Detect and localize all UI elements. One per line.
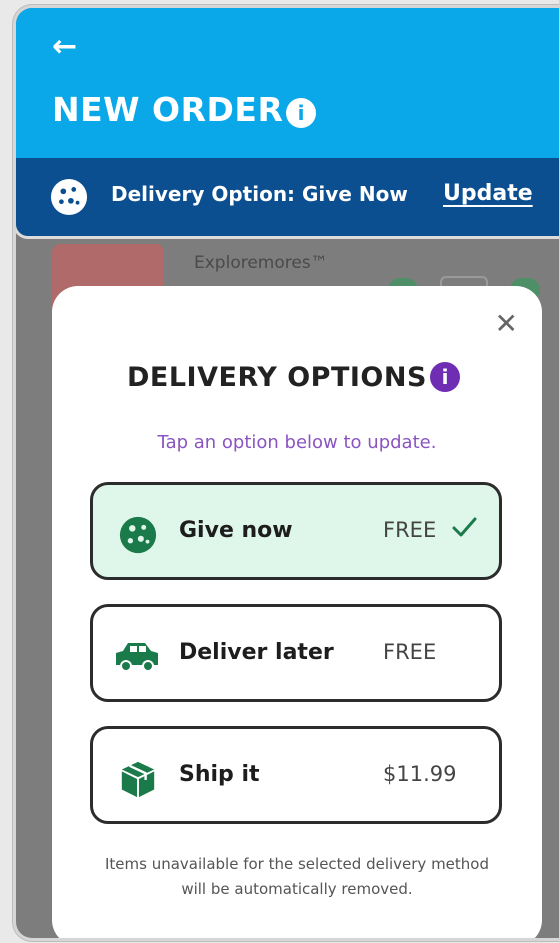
option-label: Give now — [179, 518, 293, 543]
delivery-options-modal: ✕ DELIVERY OPTIONS i Tap an option below… — [52, 286, 542, 938]
page-title: NEW ORDER — [52, 90, 284, 129]
back-arrow-icon[interactable]: ← — [52, 32, 77, 62]
car-icon — [116, 643, 158, 672]
option-price: FREE — [383, 640, 437, 664]
update-link[interactable]: Update — [443, 181, 533, 206]
option-deliver-later[interactable]: Deliver later FREE — [90, 604, 502, 702]
checkmark-icon — [452, 517, 477, 537]
delivery-option-bar: Delivery Option: Give Now Update — [16, 158, 559, 236]
cookie-icon — [119, 516, 157, 554]
option-label: Deliver later — [179, 640, 334, 665]
footnote-text: Items unavailable for the selected deliv… — [104, 855, 489, 898]
option-give-now[interactable]: Give now FREE — [90, 482, 502, 580]
delivery-option-text: Delivery Option: Give Now — [111, 182, 408, 206]
box-icon — [121, 761, 155, 798]
option-price: $11.99 — [383, 762, 457, 786]
close-icon[interactable]: ✕ — [495, 310, 518, 338]
modal-subtitle: Tap an option below to update. — [157, 432, 437, 453]
info-icon[interactable]: i — [286, 98, 316, 128]
cookie-icon — [50, 178, 88, 216]
modal-title: DELIVERY OPTIONS — [127, 362, 427, 393]
product-name: Exploremores™ — [194, 253, 328, 273]
option-label: Ship it — [179, 762, 260, 787]
title-bar: ← NEW ORDER i — [16, 8, 559, 158]
option-ship-it[interactable]: Ship it $11.99 — [90, 726, 502, 824]
info-icon[interactable]: i — [430, 362, 460, 392]
option-price: FREE — [383, 518, 437, 542]
app-screen: Exploremores™ ← NEW ORDER i Delivery Opt… — [16, 8, 559, 938]
header: ← NEW ORDER i Delivery Option: Give Now … — [16, 8, 559, 236]
